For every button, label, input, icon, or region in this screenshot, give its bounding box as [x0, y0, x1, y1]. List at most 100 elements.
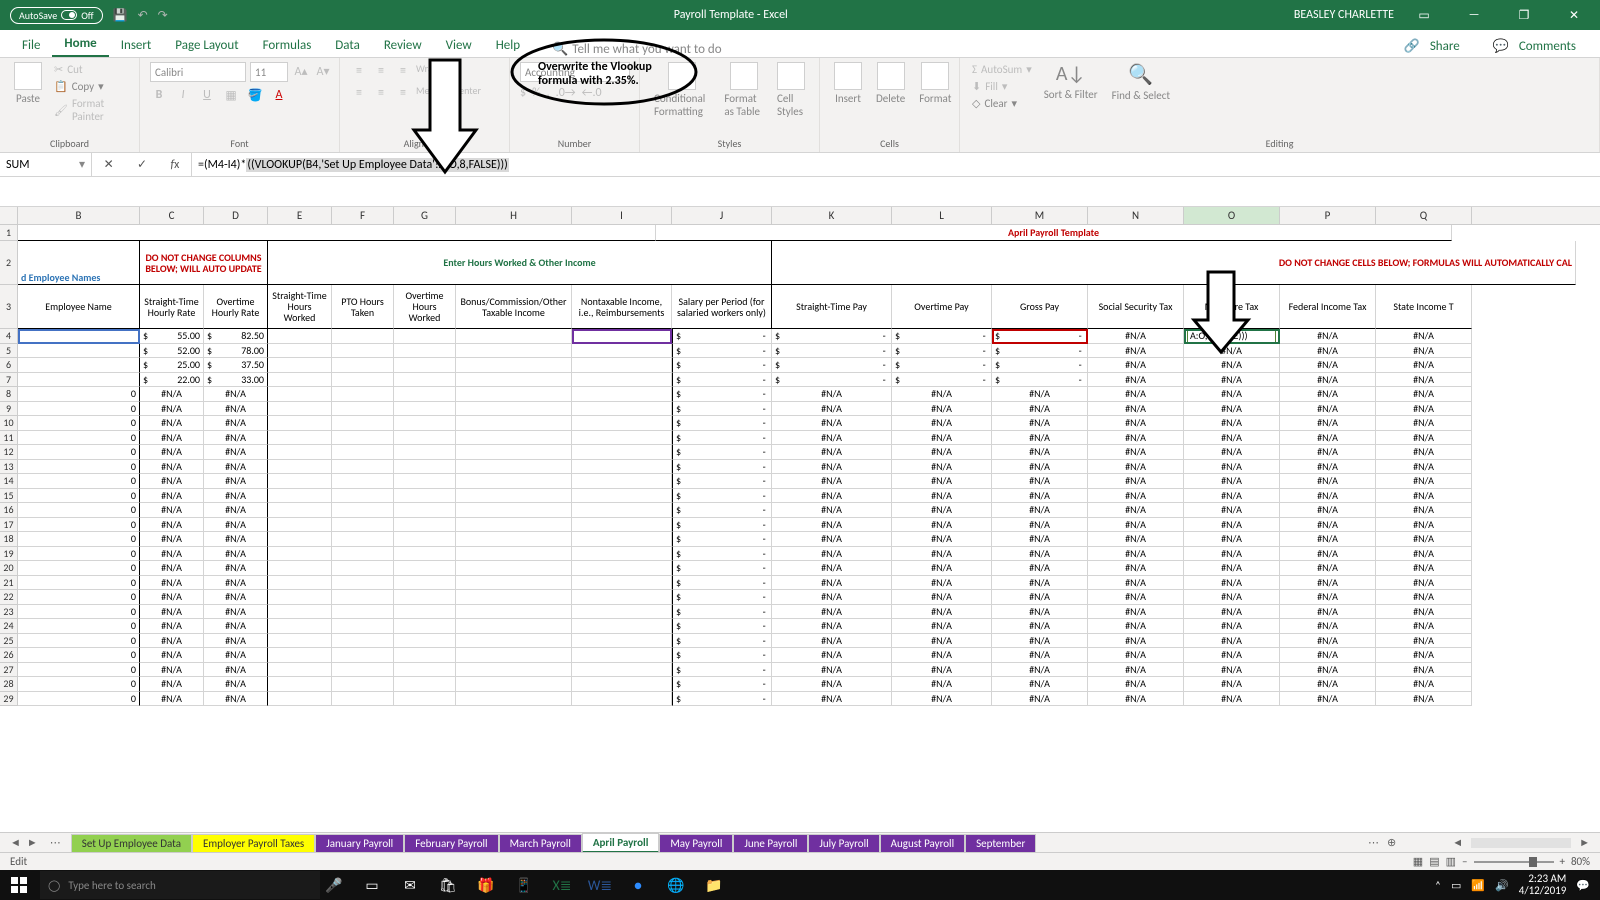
cell[interactable]: $-: [672, 532, 772, 547]
cell[interactable]: $-: [672, 648, 772, 663]
cell[interactable]: [456, 460, 572, 475]
cell[interactable]: #N/A: [1376, 489, 1472, 504]
cell[interactable]: #N/A: [1280, 373, 1376, 388]
cell[interactable]: 0: [18, 431, 140, 446]
cell[interactable]: [456, 605, 572, 620]
cell[interactable]: #N/A: [204, 605, 268, 620]
undo-icon[interactable]: ↶: [138, 8, 148, 23]
file-explorer-icon[interactable]: 📁: [704, 875, 724, 895]
column-header-cell[interactable]: Straight-Time Pay: [772, 285, 892, 329]
cell[interactable]: 0: [18, 648, 140, 663]
cell[interactable]: [268, 677, 332, 692]
cell[interactable]: [572, 605, 672, 620]
cell[interactable]: [394, 431, 456, 446]
cell[interactable]: #N/A: [1376, 605, 1472, 620]
zoom-level[interactable]: 80%: [1571, 855, 1590, 868]
cell[interactable]: #N/A: [1184, 663, 1280, 678]
cell[interactable]: #N/A: [204, 532, 268, 547]
row-header[interactable]: 23: [0, 605, 18, 620]
format-painter-button[interactable]: 🖌 Format Painter: [52, 96, 129, 124]
row-header[interactable]: 22: [0, 590, 18, 605]
cell[interactable]: #N/A: [140, 590, 204, 605]
cell[interactable]: [268, 590, 332, 605]
sheet-tab[interactable]: September: [965, 834, 1036, 852]
autosave-toggle[interactable]: AutoSave Off: [10, 7, 103, 24]
cell[interactable]: [394, 503, 456, 518]
cell[interactable]: [572, 576, 672, 591]
cell[interactable]: #N/A: [992, 576, 1088, 591]
paste-button[interactable]: Paste: [10, 62, 46, 105]
cell[interactable]: #N/A: [892, 474, 992, 489]
cell[interactable]: #N/A: [1184, 677, 1280, 692]
cell[interactable]: $-: [892, 373, 992, 388]
align-left-icon[interactable]: ≡: [350, 84, 368, 102]
cell[interactable]: [268, 547, 332, 562]
mic-icon[interactable]: 🎤: [324, 875, 344, 895]
cell[interactable]: 0: [18, 518, 140, 533]
cell[interactable]: #N/A: [1376, 358, 1472, 373]
task-view-icon[interactable]: ▭: [362, 875, 382, 895]
cell[interactable]: [572, 329, 672, 344]
cell[interactable]: [268, 416, 332, 431]
cell[interactable]: #N/A: [1376, 460, 1472, 475]
cell[interactable]: $25.00: [140, 358, 204, 373]
col-header[interactable]: I: [572, 207, 672, 224]
autosum-button[interactable]: Σ AutoSum ▾: [970, 62, 1034, 77]
cell[interactable]: $-: [672, 445, 772, 460]
cell[interactable]: #N/A: [1280, 561, 1376, 576]
cell[interactable]: [332, 634, 394, 649]
cell[interactable]: #N/A: [992, 605, 1088, 620]
col-header[interactable]: C: [140, 207, 204, 224]
comments-button[interactable]: 💬 Comments: [1486, 36, 1590, 57]
close-icon[interactable]: ✕: [1554, 0, 1594, 30]
cell[interactable]: #N/A: [1184, 619, 1280, 634]
cell[interactable]: #N/A: [1376, 518, 1472, 533]
sheet-tab[interactable]: May Payroll: [659, 834, 733, 852]
cell[interactable]: #N/A: [1088, 648, 1184, 663]
cell[interactable]: #N/A: [1280, 445, 1376, 460]
column-header-cell[interactable]: Social Security Tax: [1088, 285, 1184, 329]
cell[interactable]: #N/A: [204, 561, 268, 576]
font-color-icon[interactable]: A: [270, 86, 288, 104]
cell[interactable]: #N/A: [1184, 402, 1280, 417]
cell[interactable]: [332, 605, 394, 620]
cell[interactable]: #N/A: [892, 648, 992, 663]
cell[interactable]: #N/A: [1184, 576, 1280, 591]
row-header[interactable]: 28: [0, 677, 18, 692]
cell[interactable]: [394, 373, 456, 388]
cell[interactable]: [456, 634, 572, 649]
cell[interactable]: #N/A: [1376, 634, 1472, 649]
cell[interactable]: $33.00: [204, 373, 268, 388]
cell[interactable]: [332, 619, 394, 634]
tab-review[interactable]: Review: [372, 34, 434, 57]
select-all-corner[interactable]: [0, 207, 18, 224]
clear-button[interactable]: ◇ Clear ▾: [970, 96, 1034, 111]
cell[interactable]: $-: [672, 561, 772, 576]
cell[interactable]: #N/A: [1376, 547, 1472, 562]
cell[interactable]: #N/A: [892, 634, 992, 649]
cell[interactable]: [18, 358, 140, 373]
cell[interactable]: [332, 445, 394, 460]
cell[interactable]: [18, 329, 140, 344]
cell[interactable]: [394, 619, 456, 634]
col-header[interactable]: G: [394, 207, 456, 224]
cell[interactable]: #N/A: [140, 416, 204, 431]
row-header[interactable]: 11: [0, 431, 18, 446]
cell[interactable]: [268, 518, 332, 533]
cell[interactable]: $37.50: [204, 358, 268, 373]
col-header[interactable]: P: [1280, 207, 1376, 224]
cell[interactable]: #N/A: [892, 561, 992, 576]
cell[interactable]: $-: [772, 329, 892, 344]
cell[interactable]: #N/A: [1376, 474, 1472, 489]
cell[interactable]: #N/A: [772, 547, 892, 562]
cell[interactable]: #N/A: [1376, 532, 1472, 547]
cell[interactable]: [456, 692, 572, 707]
cell[interactable]: #N/A: [992, 518, 1088, 533]
wrap-text-button[interactable]: Wrap Text: [416, 62, 457, 80]
cell[interactable]: [268, 619, 332, 634]
cell[interactable]: [332, 532, 394, 547]
row-header[interactable]: 16: [0, 503, 18, 518]
cell[interactable]: #N/A: [1088, 329, 1184, 344]
cell[interactable]: $22.00: [140, 373, 204, 388]
cell[interactable]: #N/A: [992, 460, 1088, 475]
